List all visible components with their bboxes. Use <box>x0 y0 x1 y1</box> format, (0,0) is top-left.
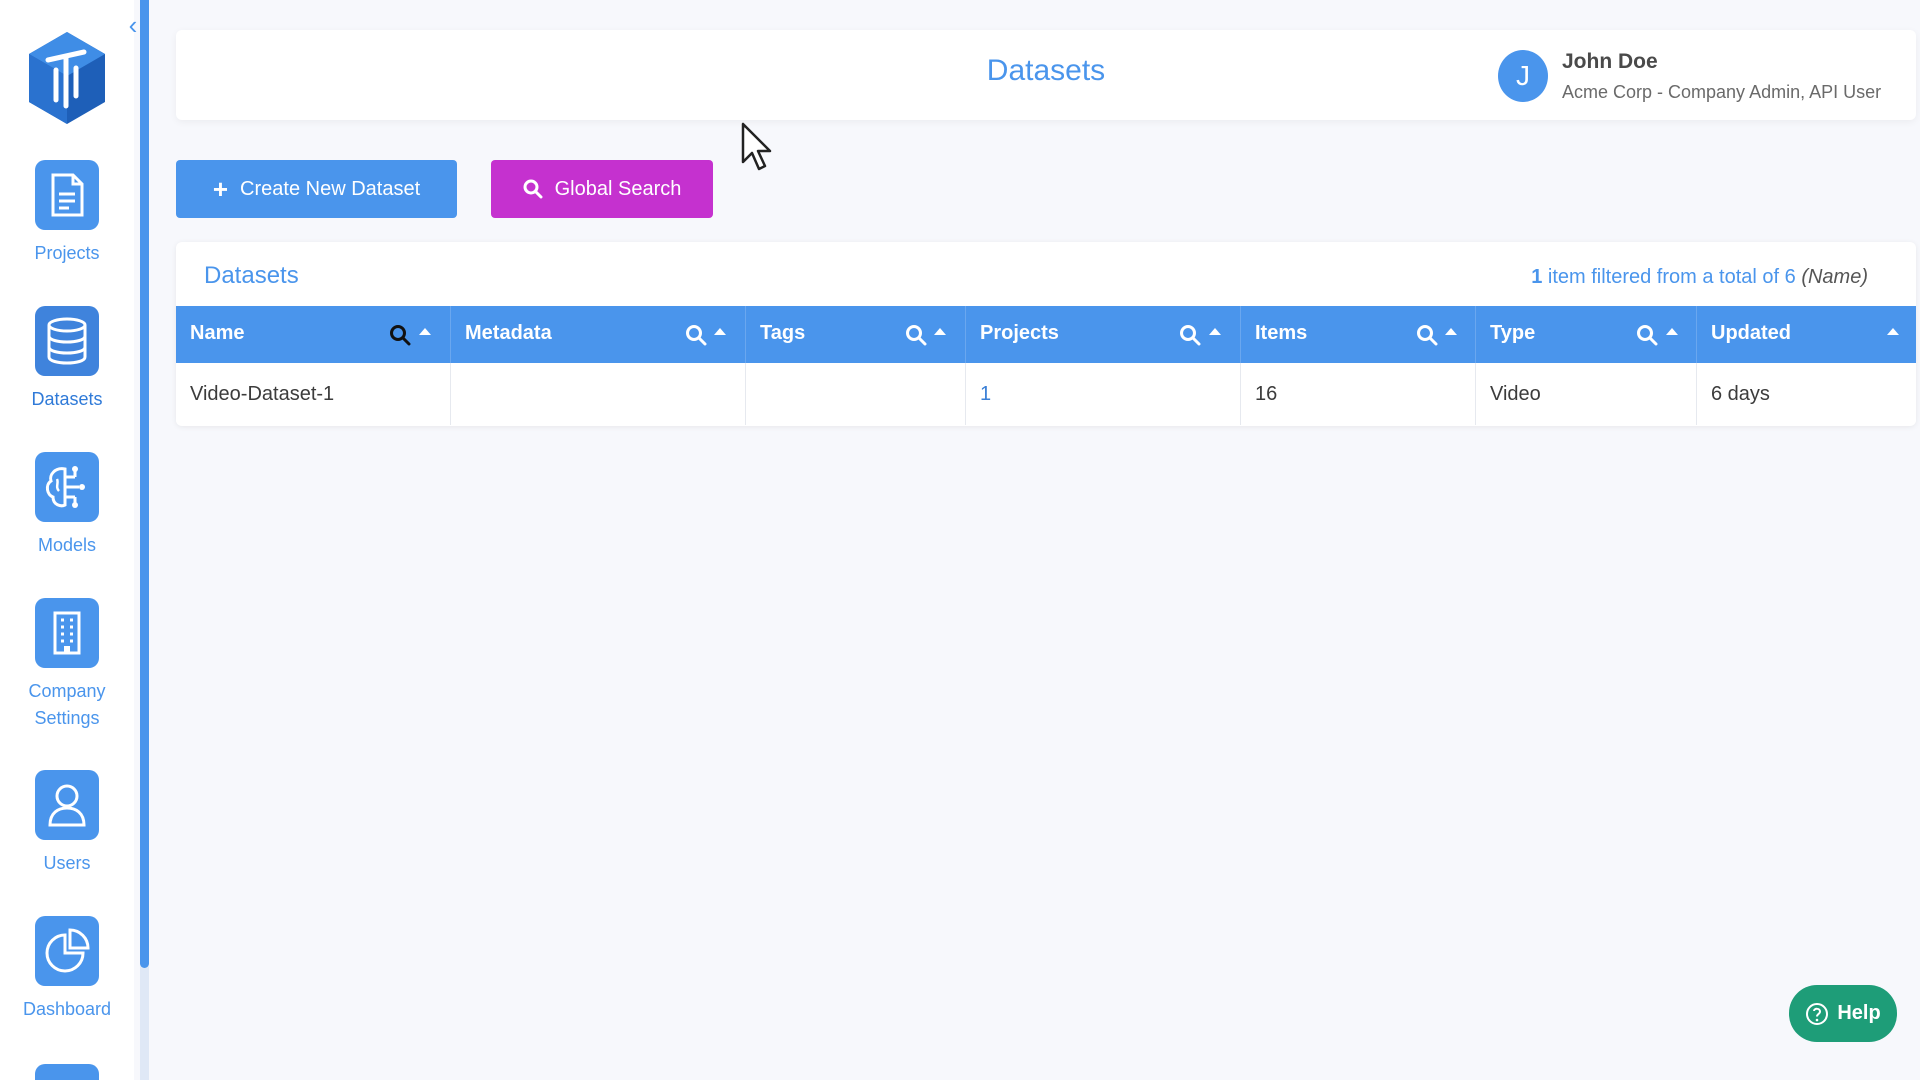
search-icon <box>523 179 543 199</box>
filter-summary: 1 item filtered from a total of 6 (Name) <box>1531 266 1868 289</box>
sidebar-item-label: Company Settings <box>28 681 106 728</box>
cell-items: 16 <box>1241 363 1476 425</box>
sidebar-item-label: Users <box>43 853 91 873</box>
cell-tags <box>746 363 966 425</box>
column-label: Updated <box>1711 322 1791 344</box>
cell-text: 6 days <box>1711 383 1770 405</box>
pie-chart-icon <box>35 916 99 986</box>
app-logo[interactable] <box>26 30 108 126</box>
column-label: Name <box>190 322 245 344</box>
sidebar-item-datasets[interactable]: Datasets <box>0 306 134 413</box>
column-header-updated[interactable]: Updated <box>1697 306 1916 363</box>
sidebar-item-label: Datasets <box>31 389 103 409</box>
search-icon[interactable] <box>1636 324 1658 346</box>
filter-field: (Name) <box>1801 266 1868 288</box>
search-icon[interactable] <box>905 324 927 346</box>
table-header: Name Metadata Tags Projects Items Type U… <box>176 306 1916 363</box>
page-header: Datasets J John Doe Acme Corp - Company … <box>176 30 1916 120</box>
create-dataset-label: Create New Dataset <box>240 177 421 200</box>
sidebar-item-users[interactable]: Users <box>0 770 134 877</box>
database-icon <box>35 306 99 376</box>
avatar[interactable]: J <box>1498 50 1548 102</box>
table-row[interactable]: Video-Dataset-1 1 16 Video 6 days <box>176 363 1916 425</box>
column-label: Items <box>1255 322 1308 344</box>
sort-ascending-icon[interactable] <box>1666 328 1678 335</box>
question-circle-icon <box>1806 1002 1829 1025</box>
global-search-label: Global Search <box>554 177 682 200</box>
sidebar-item-label: Models <box>37 535 97 555</box>
sidebar-item-label: Projects <box>34 243 100 263</box>
sort-ascending-icon[interactable] <box>1209 328 1221 335</box>
cell-text: 16 <box>1255 383 1278 405</box>
column-header-name[interactable]: Name <box>176 306 451 363</box>
cell-projects[interactable]: 1 <box>966 363 1241 425</box>
sidebar-item-label: Dashboard <box>22 999 112 1019</box>
column-label: Type <box>1490 322 1536 344</box>
user-icon <box>35 770 99 840</box>
building-icon <box>35 598 99 668</box>
scrollbar-thumb[interactable] <box>140 0 149 968</box>
column-label: Tags <box>760 322 806 344</box>
create-dataset-button[interactable]: + Create New Dataset <box>176 160 457 218</box>
column-label: Metadata <box>465 322 552 344</box>
datasets-table-card: Datasets 1 item filtered from a total of… <box>176 242 1916 426</box>
cell-text[interactable]: 1 <box>980 383 991 406</box>
sidebar-item-projects[interactable]: Projects <box>0 160 134 267</box>
sort-ascending-icon[interactable] <box>1887 328 1899 335</box>
cell-name: Video-Dataset-1 <box>176 363 451 425</box>
search-icon[interactable] <box>389 324 411 346</box>
search-icon[interactable] <box>685 324 707 346</box>
sidebar-item-dashboard[interactable]: Dashboard <box>0 916 134 1023</box>
global-search-button[interactable]: Global Search <box>491 160 713 218</box>
sort-ascending-icon[interactable] <box>934 328 946 335</box>
user-role: Acme Corp - Company Admin, API User <box>1562 82 1882 102</box>
cell-updated: 6 days <box>1697 363 1916 425</box>
column-header-projects[interactable]: Projects <box>966 306 1241 363</box>
column-header-items[interactable]: Items <box>1241 306 1476 363</box>
user-name: John Doe <box>1562 50 1658 73</box>
sort-ascending-icon[interactable] <box>1445 328 1457 335</box>
column-header-tags[interactable]: Tags <box>746 306 966 363</box>
search-icon[interactable] <box>1416 324 1438 346</box>
sidebar-item-company-settings[interactable]: Company Settings <box>0 598 134 732</box>
search-icon[interactable] <box>1179 324 1201 346</box>
help-button[interactable]: Help <box>1789 985 1897 1042</box>
sidebar-scrollbar[interactable] <box>140 0 149 1080</box>
sidebar: ‹ Projects Datasets Models Company Setti… <box>0 0 137 1080</box>
sidebar-item-partial[interactable] <box>35 1064 99 1080</box>
brain-circuit-icon <box>35 452 99 522</box>
plus-icon: + <box>212 174 229 204</box>
filter-count: 1 <box>1531 266 1543 288</box>
sort-ascending-icon[interactable] <box>419 328 431 335</box>
column-header-metadata[interactable]: Metadata <box>451 306 746 363</box>
cell-type: Video <box>1476 363 1697 425</box>
mouse-cursor-icon <box>741 122 772 171</box>
cell-text: Video-Dataset-1 <box>190 383 335 405</box>
sidebar-item-models[interactable]: Models <box>0 452 134 559</box>
help-label: Help <box>1837 1002 1881 1024</box>
filter-text: item filtered from a total of 6 <box>1542 266 1802 288</box>
table-title: Datasets <box>204 262 299 289</box>
cell-metadata <box>451 363 746 425</box>
cell-text: Video <box>1490 383 1541 405</box>
sort-ascending-icon[interactable] <box>714 328 726 335</box>
column-header-type[interactable]: Type <box>1476 306 1697 363</box>
document-icon <box>35 160 99 230</box>
column-label: Projects <box>980 322 1059 344</box>
